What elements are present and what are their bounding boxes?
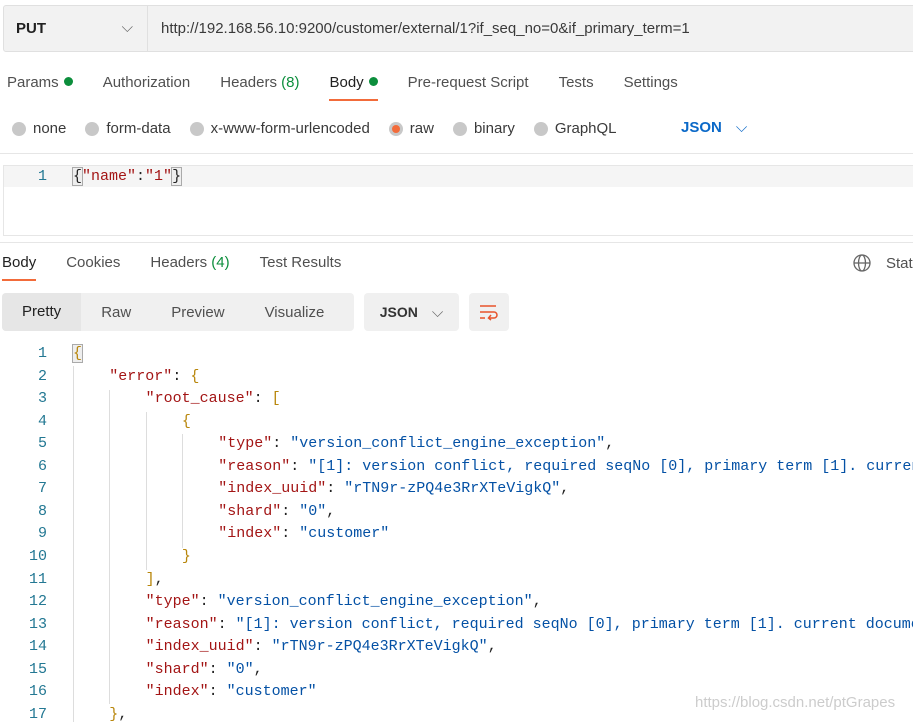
tab-authorization[interactable]: Authorization [103, 74, 191, 91]
line-number: 11 [28, 570, 47, 588]
line-number: 4 [37, 412, 47, 430]
body-type-options: none form-data x-www-form-urlencoded raw bin… [12, 120, 636, 137]
globe-icon[interactable] [852, 253, 872, 273]
radio-form-data[interactable]: form-data [85, 120, 171, 137]
radio-circle-icon [452, 121, 467, 136]
watermark: https://blog.csdn.net/ptGrapes [695, 694, 896, 711]
line-number: 12 [28, 593, 47, 611]
view-mode-pretty[interactable]: Pretty [2, 293, 82, 331]
tab-settings[interactable]: Settings [624, 74, 678, 91]
radio-binary[interactable]: binary [452, 120, 515, 137]
radio-circle-icon [85, 121, 100, 136]
chevron-down-icon: ⌵ [431, 303, 444, 321]
code-line: "shard": "0", [145, 660, 263, 678]
line-number: 1 [37, 345, 47, 362]
body-format-select[interactable]: JSON ⌵ [678, 119, 747, 136]
code-line: "index": "customer" [218, 525, 390, 543]
line-number: 15 [28, 660, 47, 678]
code-line: { [181, 412, 191, 430]
line-number: 5 [37, 435, 47, 453]
radio-circle-icon [189, 121, 204, 136]
divider [0, 242, 913, 243]
line-number: 13 [28, 615, 47, 633]
status-area: Stat [852, 253, 913, 273]
status-dot [63, 77, 73, 86]
radio-circle-icon [388, 121, 403, 136]
tab-headers[interactable]: Headers (4) [150, 254, 229, 271]
code-line: "index": "customer" [145, 683, 317, 701]
line-number: 9 [37, 525, 47, 543]
line-number: 17 [28, 705, 47, 723]
request-tabs: Params Authorization Headers (8) Body Pre-re… [7, 74, 708, 101]
chevron-down-icon: ⌵ [735, 119, 748, 136]
code-line: "reason": "[1]: version conflict, requir… [218, 457, 913, 475]
line-number: 2 [37, 367, 47, 385]
tab-body[interactable]: Body [329, 74, 378, 101]
line-number: 16 [28, 683, 47, 701]
line-number: 6 [37, 457, 47, 475]
tab-body[interactable]: Body [2, 254, 37, 281]
tab-tests[interactable]: Tests [559, 74, 594, 91]
status-dot [368, 77, 378, 86]
code-line: "shard": "0", [218, 502, 336, 520]
url-bar: PUT ⌵ http://192.168.56.10:9200/customer/… [3, 5, 913, 52]
line-number: 7 [37, 480, 47, 498]
view-mode-raw[interactable]: Raw [81, 304, 151, 321]
view-mode-toggle: Pretty Raw Preview Visualize [2, 293, 354, 331]
code-line: "reason": "[1]: version conflict, requir… [145, 615, 913, 633]
line-number: 3 [37, 390, 47, 408]
line-number: 8 [37, 502, 47, 520]
wrap-lines-icon [480, 305, 498, 321]
method-select[interactable]: PUT ⌵ [4, 6, 148, 51]
view-mode-preview[interactable]: Preview [151, 304, 244, 321]
radio-circle-icon [533, 121, 548, 136]
radio-GraphQL[interactable]: GraphQL [533, 120, 617, 137]
view-mode-visualize[interactable]: Visualize [245, 304, 345, 321]
tab-cookies[interactable]: Cookies [66, 254, 120, 271]
code-line: "index_uuid": "rTN9r-zPQ4e3RrXTeVigkQ", [218, 480, 570, 498]
code-line: { [71, 344, 84, 363]
radio-circle-icon [12, 121, 26, 136]
response-tabs: Body Cookies Headers (4) Test Results [2, 254, 371, 281]
code-line: }, [109, 705, 128, 723]
line-number: 10 [28, 547, 47, 565]
chevron-down-icon: ⌵ [121, 19, 133, 36]
tab-params[interactable]: Params [7, 74, 73, 91]
tab-headers[interactable]: Headers (8) [220, 74, 299, 91]
tab-test-results[interactable]: Test Results [260, 254, 342, 271]
code-line: "index_uuid": "rTN9r-zPQ4e3RrXTeVigkQ", [145, 638, 497, 656]
code-line: "error": { [109, 367, 200, 385]
code-line: ], [145, 570, 164, 588]
radio-x-www-form-urlencoded[interactable]: x-www-form-urlencoded [189, 120, 370, 137]
request-body-line: {"name":"1"} [71, 167, 183, 186]
tab-pre-request-script[interactable]: Pre-request Script [408, 74, 529, 91]
code-line: } [181, 547, 191, 565]
wrap-lines-button[interactable] [469, 293, 509, 331]
code-line: "root_cause": [ [145, 390, 281, 408]
radio-none[interactable]: none [12, 120, 66, 137]
radio-raw[interactable]: raw [388, 120, 434, 137]
url-input[interactable]: http://192.168.56.10:9200/customer/exter… [148, 6, 690, 51]
divider [0, 153, 913, 154]
response-format-select[interactable]: JSON ⌵ [364, 293, 459, 331]
line-number: 14 [28, 638, 47, 656]
code-line: "type": "version_conflict_engine_excepti… [145, 593, 542, 611]
code-line: "type": "version_conflict_engine_excepti… [218, 435, 615, 453]
